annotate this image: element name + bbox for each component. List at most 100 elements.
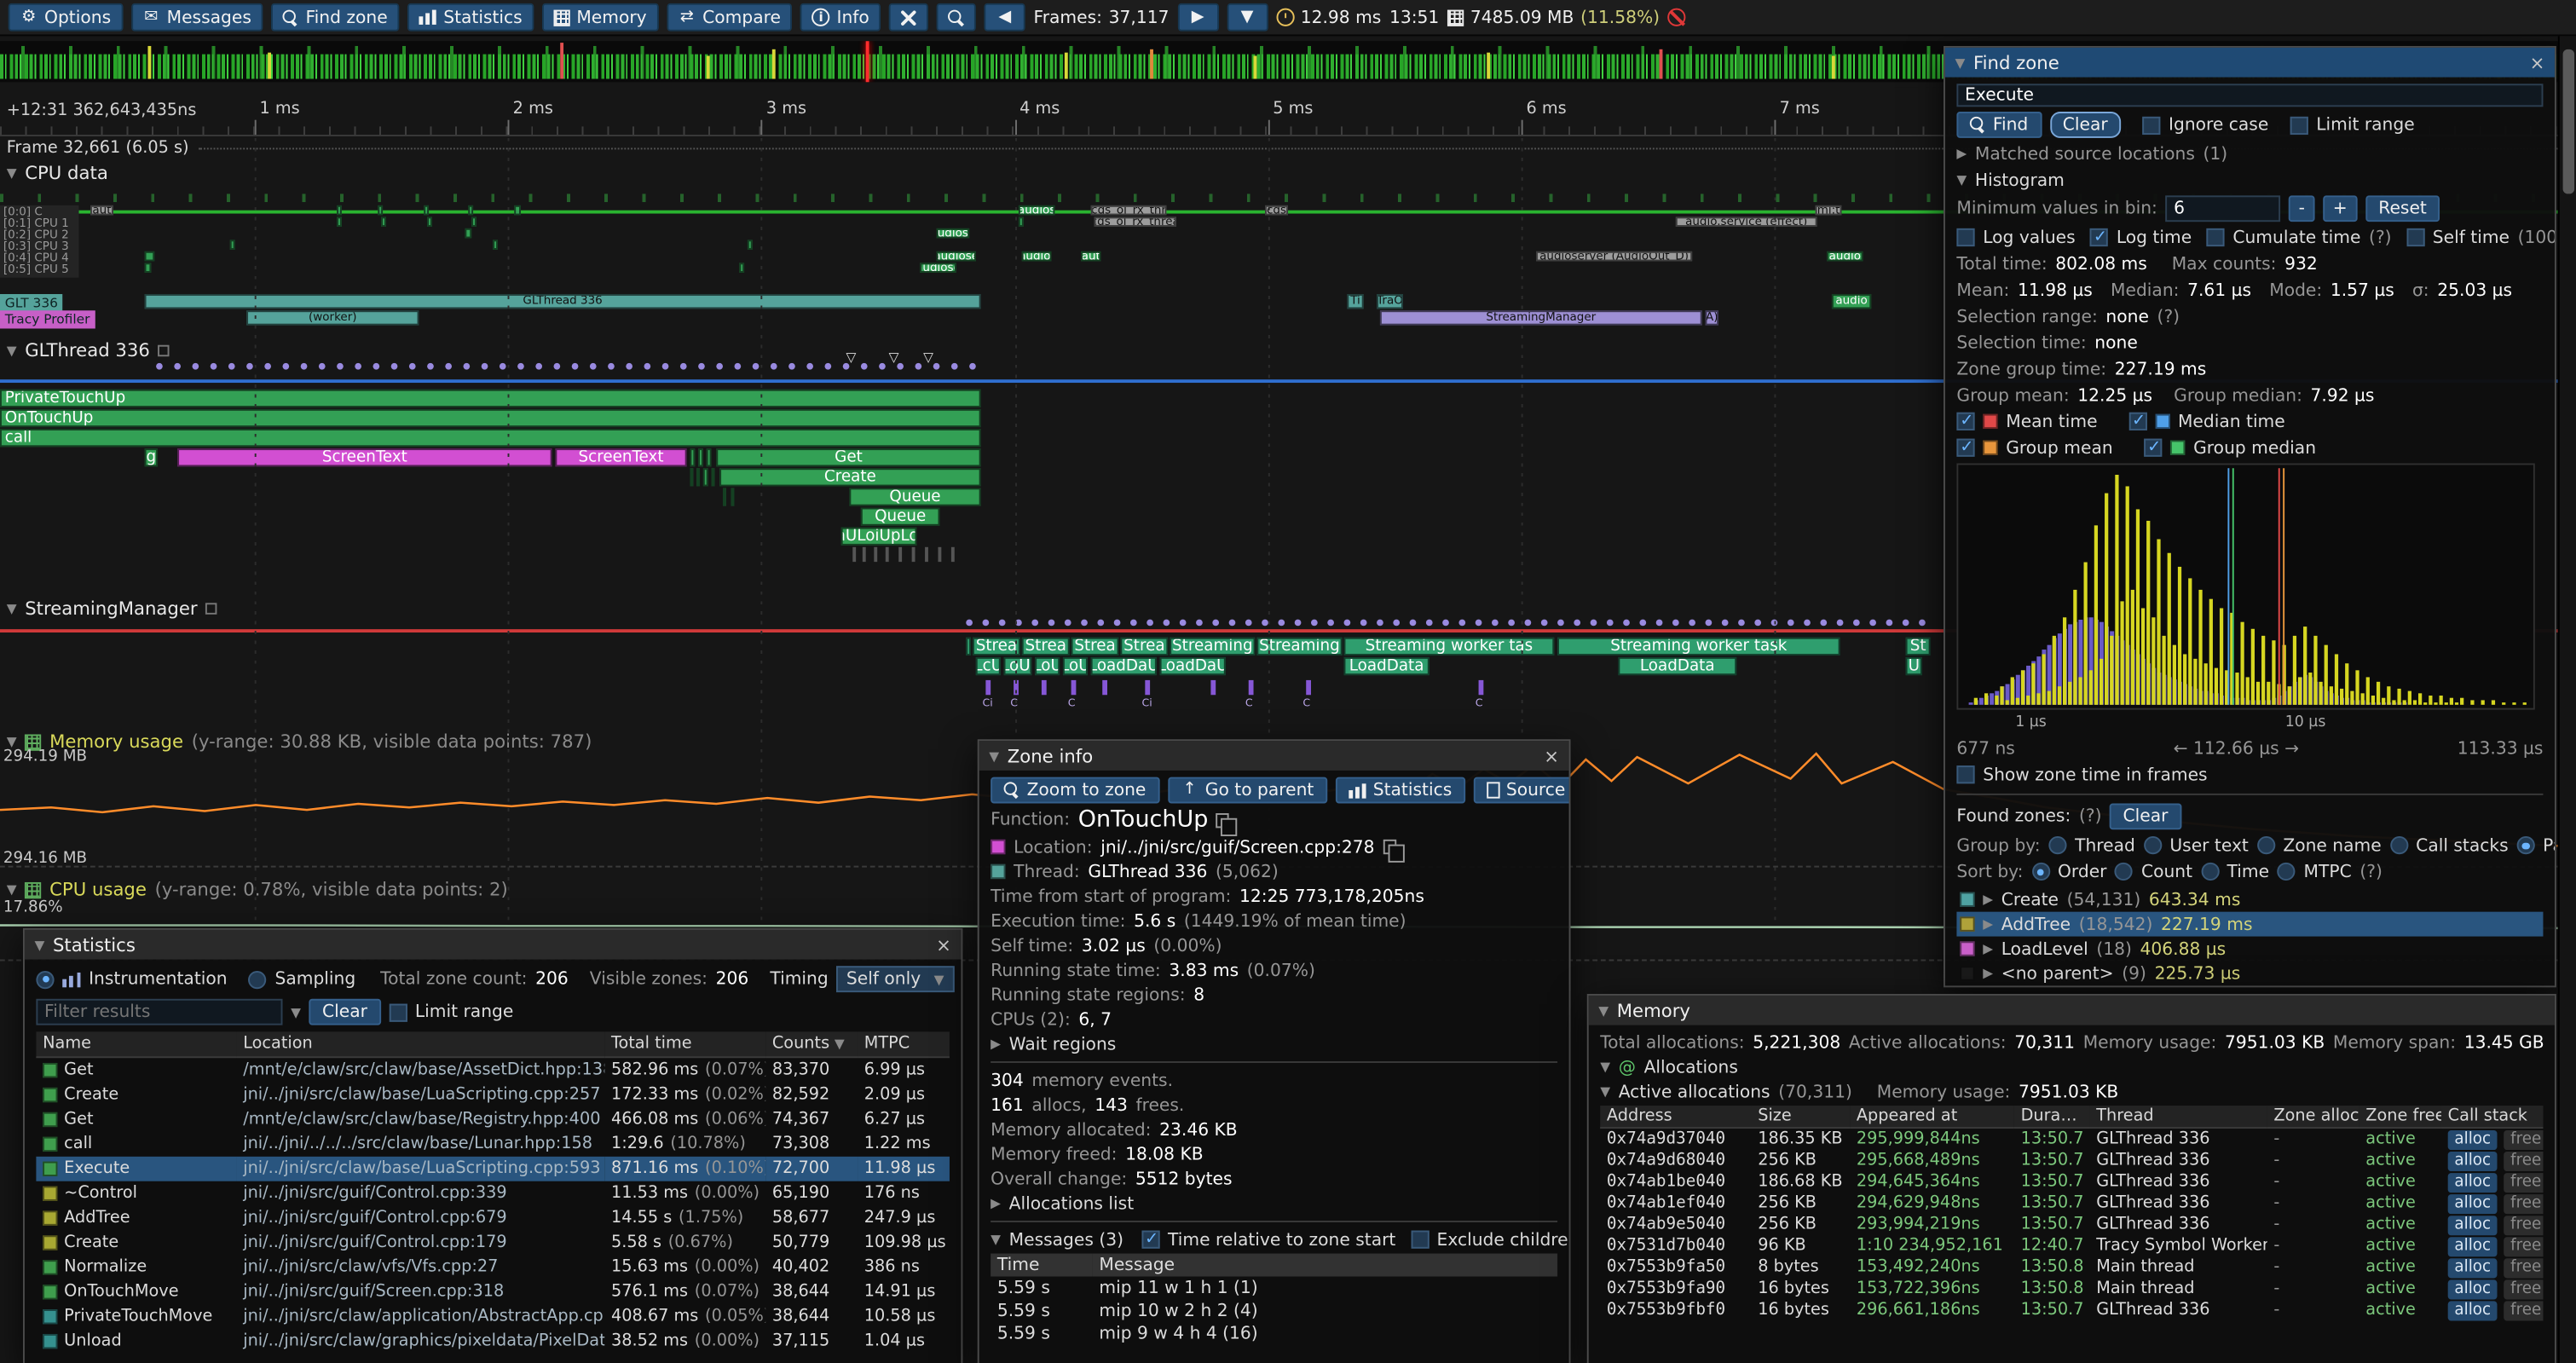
expand-icon[interactable]: ▶ xyxy=(1983,941,1993,956)
alloc-address[interactable]: 0x7553b9fa50 xyxy=(1600,1256,1751,1278)
zone[interactable]: LoadData xyxy=(1618,657,1736,675)
stats-cell-location[interactable]: jni/../jni/src/guif/Screen.cpp:318 xyxy=(237,1279,605,1304)
statistics-button[interactable]: Statistics xyxy=(407,3,534,32)
zone[interactable]: Strea xyxy=(1071,638,1119,656)
stats-cell-mtpc[interactable]: 1.04 µs xyxy=(858,1329,950,1354)
alloc-thread[interactable]: GLThread 336 xyxy=(2090,1150,2267,1171)
alloc-chip[interactable]: alloc xyxy=(2448,1151,2498,1170)
group-by-radio-thread[interactable] xyxy=(2048,836,2066,854)
allocations-section-label[interactable]: Allocations xyxy=(1644,1057,1738,1077)
stats-cell-name[interactable]: OnTouchMove xyxy=(36,1279,236,1304)
zone[interactable]: TraO xyxy=(1377,294,1403,309)
stats-cell-location[interactable]: jni/../jni/src/guif/Control.cpp:679 xyxy=(237,1206,605,1231)
found-zone-group[interactable]: ▶LoadLevel(18)406.88 µs xyxy=(1956,937,2543,962)
free-chip[interactable]: free xyxy=(2504,1151,2543,1170)
zone[interactable]: LoadDaU xyxy=(1160,657,1226,675)
zone[interactable] xyxy=(966,638,971,656)
mem-header-size[interactable]: Size xyxy=(1752,1106,1851,1129)
zone[interactable]: aut xyxy=(90,205,113,216)
go-to-parent-button[interactable]: ↑Go to parent xyxy=(1167,777,1326,804)
zone[interactable]: aut xyxy=(1081,251,1100,262)
ignore-case-checkbox[interactable] xyxy=(2142,116,2160,134)
mem-header-zonefree[interactable]: Zone free xyxy=(2359,1106,2441,1129)
zone[interactable]: Queue xyxy=(849,488,980,505)
info-button[interactable]: iInfo xyxy=(800,3,881,32)
alloc-chip[interactable]: alloc xyxy=(2448,1215,2498,1234)
play-button[interactable]: ▶ xyxy=(1177,3,1218,32)
stats-cell-mtpc[interactable]: 109.98 µs xyxy=(858,1231,950,1256)
stats-cell-location[interactable]: /mnt/e/claw/src/claw/base/AssetDict.hpp:… xyxy=(237,1058,605,1083)
zone[interactable] xyxy=(723,488,726,505)
stats-cell-count[interactable]: 40,402 xyxy=(765,1255,858,1279)
stats-header-counts[interactable]: Counts▼ xyxy=(765,1031,858,1058)
exclude-children-checkbox[interactable] xyxy=(1411,1231,1429,1249)
sort-by-radio-time[interactable] xyxy=(2201,863,2219,881)
section-glthread[interactable]: ▼ GLThread 336 xyxy=(7,340,170,361)
stats-cell-location[interactable]: jni/../jni/src/guif/Control.cpp:179 xyxy=(237,1231,605,1256)
help-icon[interactable]: (?) xyxy=(2079,806,2102,826)
zone[interactable]: ScreenText xyxy=(177,448,552,466)
alloc-thread[interactable]: Main thread xyxy=(2090,1278,2267,1299)
collapse-icon[interactable]: ▼ xyxy=(1600,1084,1610,1099)
collapse-icon[interactable]: ▼ xyxy=(989,748,999,763)
zone[interactable]: LoaULoiUpLoUp xyxy=(841,528,917,546)
mem-header-thread[interactable]: Thread xyxy=(2090,1106,2267,1129)
zone[interactable]: Streaming worker task xyxy=(1557,638,1840,656)
stats-cell-name[interactable]: PrivateTouchMove xyxy=(36,1304,236,1329)
stats-cell-name[interactable]: Normalize xyxy=(36,1255,236,1279)
message-text[interactable]: mip 10 w 2 h 2 (4) xyxy=(1093,1299,1557,1322)
options-button[interactable]: ⚙Options xyxy=(9,3,123,32)
thread-options-icon[interactable] xyxy=(159,345,170,356)
alloc-chip[interactable]: alloc xyxy=(2448,1257,2498,1277)
reset-button[interactable]: Reset xyxy=(2365,195,2440,222)
close-icon[interactable]: × xyxy=(936,934,951,956)
copy-icon[interactable] xyxy=(1216,812,1229,827)
alloc-address[interactable]: 0x7531d7b040 xyxy=(1600,1235,1751,1256)
find-zone-titlebar[interactable]: ▼ Find zone × xyxy=(1945,48,2555,78)
frame-marker-icon[interactable]: ▽ xyxy=(846,351,857,364)
zone[interactable]: (worker) xyxy=(246,310,419,325)
clear-filter-button[interactable]: Clear xyxy=(309,999,381,1025)
found-zone-group[interactable]: ▶<no parent>(9)225.73 µs xyxy=(1956,961,2543,985)
help-icon[interactable]: (?) xyxy=(2369,228,2392,247)
messages-header[interactable]: Time xyxy=(991,1254,1092,1277)
zone[interactable] xyxy=(703,468,708,486)
zone[interactable] xyxy=(712,468,715,486)
expand-icon[interactable]: ▶ xyxy=(1983,892,1993,907)
statistics-titlebar[interactable]: ▼ Statistics × xyxy=(25,930,962,960)
median-time-checkbox[interactable] xyxy=(2128,413,2146,430)
group-by-radio-call-stacks[interactable] xyxy=(2389,836,2407,854)
zone[interactable]: Create xyxy=(719,468,980,486)
zone[interactable]: GLThread 336 xyxy=(145,294,981,309)
min-bin-input[interactable] xyxy=(2166,195,2281,222)
collapse-icon[interactable]: ▼ xyxy=(991,1232,1001,1246)
stats-cell-total-time[interactable]: 466.08 ms(0.06%) xyxy=(604,1107,765,1132)
cumulate-time-checkbox[interactable] xyxy=(2207,228,2225,246)
zone[interactable] xyxy=(698,448,703,466)
self-time-checkbox[interactable] xyxy=(2406,228,2424,246)
group-by-radio-user-text[interactable] xyxy=(2144,836,2162,854)
stats-cell-location[interactable]: jni/../jni/../../../src/claw/base/Lunar.… xyxy=(237,1132,605,1157)
group-median-checkbox[interactable] xyxy=(2144,439,2162,457)
stats-cell-location[interactable]: jni/../jni/src/claw/vfs/Vfs.cpp:27 xyxy=(237,1255,605,1279)
free-chip[interactable]: free xyxy=(2504,1193,2543,1213)
stats-cell-location[interactable]: jni/../jni/src/guif/Control.cpp:339 xyxy=(237,1181,605,1206)
current-frame-marker[interactable] xyxy=(866,41,869,82)
zone[interactable]: Strea xyxy=(973,638,1020,656)
message-time[interactable]: 5.59 s xyxy=(991,1299,1092,1322)
compare-button[interactable]: ⇄Compare xyxy=(667,3,793,32)
zone[interactable] xyxy=(424,205,429,216)
free-chip[interactable]: free xyxy=(2504,1215,2543,1234)
alloc-chip[interactable]: alloc xyxy=(2448,1300,2498,1320)
section-cpu-data[interactable]: ▼ CPU data xyxy=(7,163,108,184)
free-chip[interactable]: free xyxy=(2504,1279,2543,1298)
alloc-address[interactable]: 0x7553b9fbf0 xyxy=(1600,1299,1751,1320)
alloc-address[interactable]: 0x74ab1ef040 xyxy=(1600,1193,1751,1214)
zone[interactable]: St xyxy=(1906,638,1931,656)
clear-results-button[interactable]: Clear xyxy=(2049,112,2121,138)
zone[interactable]: ScreenText xyxy=(555,448,686,466)
stats-header-name[interactable]: Name xyxy=(36,1031,236,1058)
zone[interactable]: audiose xyxy=(920,263,956,273)
frame-marker-icon[interactable]: ▽ xyxy=(923,351,933,364)
zone[interactable]: g xyxy=(145,448,158,466)
